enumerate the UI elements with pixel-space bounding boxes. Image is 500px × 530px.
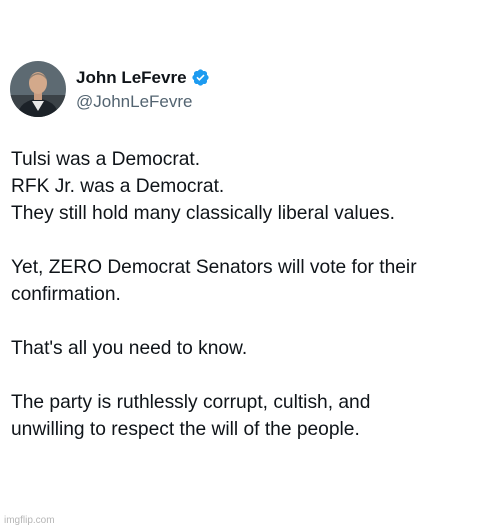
tweet-text-line: Tulsi was a Democrat. — [11, 149, 201, 170]
tweet-text-line: That's all you need to know. — [11, 338, 248, 359]
tweet-text-line: They still hold many classically liberal… — [11, 203, 395, 224]
author-display-name[interactable]: John LeFevre — [76, 68, 187, 88]
avatar-photo-icon — [10, 61, 66, 117]
tweet-card: John LeFevre @JohnLeFevre Tulsi was a De… — [0, 0, 500, 530]
tweet-text-line: The party is ruthlessly corrupt, cultish… — [11, 392, 371, 413]
name-row: John LeFevre — [76, 67, 210, 89]
tweet-text-line: RFK Jr. was a Democrat. — [11, 176, 225, 197]
tweet-text-line: Yet, ZERO Democrat Senators will vote fo… — [11, 257, 417, 278]
tweet-paragraph: Yet, ZERO Democrat Senators will vote fo… — [11, 254, 491, 308]
avatar[interactable] — [10, 61, 66, 117]
tweet-header: John LeFevre @JohnLeFevre — [10, 60, 210, 118]
tweet-paragraph: Tulsi was a Democrat. RFK Jr. was a Demo… — [11, 146, 491, 227]
watermark: imgflip.com — [4, 515, 55, 526]
tweet-text: Tulsi was a Democrat. RFK Jr. was a Demo… — [11, 146, 491, 470]
tweet-text-line: confirmation. — [11, 284, 121, 305]
tweet-paragraph: The party is ruthlessly corrupt, cultish… — [11, 389, 491, 443]
author-info: John LeFevre @JohnLeFevre — [76, 67, 210, 112]
tweet-paragraph: That's all you need to know. — [11, 335, 491, 362]
verified-badge-icon — [191, 68, 210, 87]
author-handle[interactable]: @JohnLeFevre — [76, 92, 210, 112]
tweet-text-line: unwilling to respect the will of the peo… — [11, 419, 360, 440]
